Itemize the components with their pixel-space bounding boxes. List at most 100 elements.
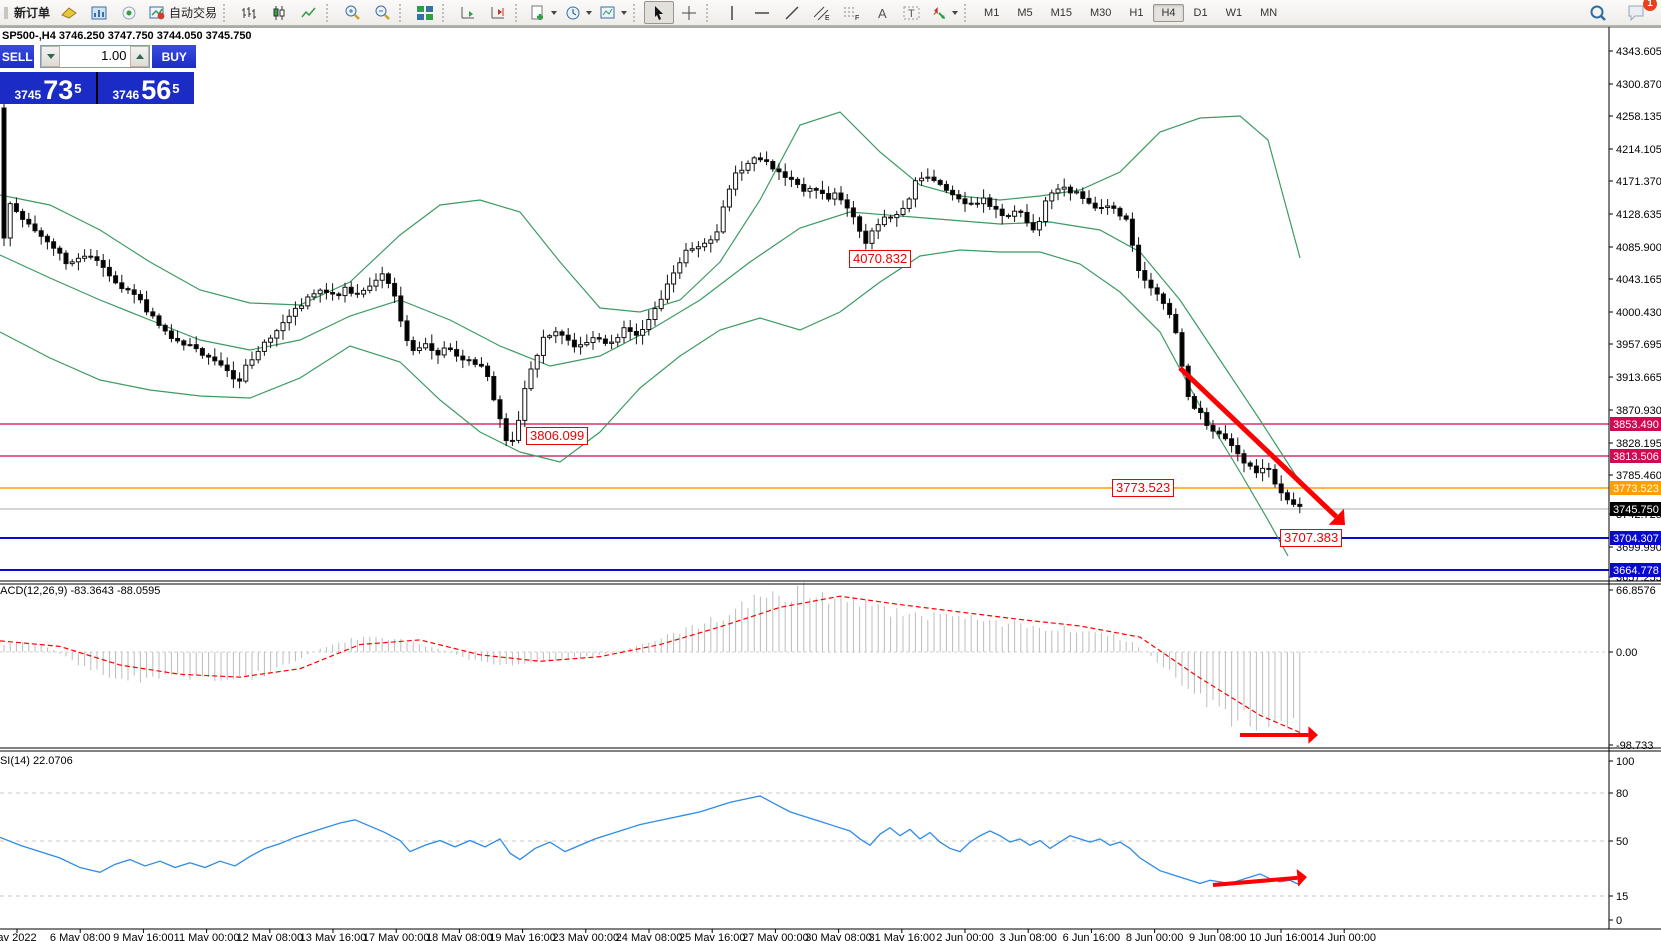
candle bbox=[83, 256, 87, 258]
candle bbox=[870, 231, 874, 243]
chart-canvas[interactable]: 4343.6054300.8704258.1354214.1054171.370… bbox=[0, 0, 1661, 941]
candle bbox=[622, 328, 626, 338]
signal-icon[interactable] bbox=[114, 1, 144, 24]
candle bbox=[1056, 189, 1060, 193]
date-label: 2 Jun 00:00 bbox=[936, 932, 994, 941]
candle bbox=[647, 319, 651, 329]
volume-input[interactable]: 1.00 bbox=[60, 46, 130, 67]
chat-icon[interactable]: 1 bbox=[1621, 1, 1651, 24]
price-annotation[interactable]: 4070.832 bbox=[849, 250, 911, 268]
new-chart-icon[interactable] bbox=[84, 1, 114, 24]
new-indicator-icon[interactable] bbox=[526, 1, 561, 24]
candle bbox=[672, 273, 676, 284]
sell-price-box[interactable]: 3745735 bbox=[0, 72, 96, 104]
candle bbox=[1081, 192, 1085, 199]
candle bbox=[492, 377, 496, 400]
timeframe-button-D1[interactable]: D1 bbox=[1186, 4, 1216, 22]
candle bbox=[889, 217, 893, 218]
timeframe-button-M15[interactable]: M15 bbox=[1043, 4, 1080, 22]
timeframe-button-W1[interactable]: W1 bbox=[1218, 4, 1251, 22]
text-label-tool[interactable]: T bbox=[897, 1, 927, 24]
line-chart-type-icon[interactable] bbox=[294, 1, 324, 24]
auto-scroll-icon[interactable] bbox=[453, 1, 483, 24]
sell-price-sup: 5 bbox=[74, 76, 81, 102]
candle bbox=[808, 189, 812, 192]
price-annotation[interactable]: 3707.383 bbox=[1280, 529, 1342, 547]
candle bbox=[827, 194, 831, 200]
candle bbox=[45, 236, 49, 241]
candle bbox=[858, 217, 862, 231]
horizontal-line-tool[interactable] bbox=[747, 1, 777, 24]
template-icon[interactable] bbox=[596, 1, 631, 24]
new-order-label: 新订单 bbox=[14, 4, 50, 21]
zoom-out-icon[interactable] bbox=[367, 1, 397, 24]
period-clock-icon[interactable] bbox=[561, 1, 596, 24]
timeframe-button-M1[interactable]: M1 bbox=[976, 4, 1007, 22]
macd-indicator-label: MACD(12,26,9) -83.3643 -88.0595 bbox=[0, 585, 160, 597]
candle bbox=[1186, 366, 1190, 396]
candle bbox=[14, 204, 18, 212]
candle bbox=[21, 211, 25, 219]
candlestick-chart-type-icon[interactable] bbox=[264, 1, 294, 24]
candle bbox=[337, 294, 341, 296]
volume-increase-button[interactable] bbox=[130, 46, 149, 67]
candle bbox=[579, 345, 583, 347]
equidistant-channel-tool[interactable]: E bbox=[807, 1, 837, 24]
candle bbox=[455, 350, 459, 357]
candle bbox=[1037, 222, 1041, 230]
candle bbox=[281, 323, 285, 331]
bar-chart-type-icon[interactable] bbox=[234, 1, 264, 24]
candle bbox=[145, 300, 149, 312]
candle bbox=[982, 198, 986, 204]
autotrading-button[interactable]: 自动交易 bbox=[144, 1, 221, 24]
candle bbox=[535, 355, 539, 369]
candle bbox=[287, 316, 291, 322]
crosshair-tool[interactable] bbox=[674, 1, 704, 24]
candle bbox=[132, 290, 136, 295]
buy-button[interactable]: BUY bbox=[152, 45, 196, 68]
candle bbox=[1298, 504, 1302, 506]
candle bbox=[641, 329, 645, 335]
timeframe-button-MN[interactable]: MN bbox=[1252, 4, 1285, 22]
candle bbox=[256, 351, 260, 359]
timeframe-button-H1[interactable]: H1 bbox=[1121, 4, 1151, 22]
buy-price-big: 56 bbox=[141, 78, 171, 102]
candle bbox=[1019, 211, 1023, 212]
timeframe-button-M5[interactable]: M5 bbox=[1009, 4, 1040, 22]
trendline-tool[interactable] bbox=[777, 1, 807, 24]
price-badge-label: 3813.506 bbox=[1613, 451, 1659, 463]
arrows-tool[interactable] bbox=[927, 1, 962, 24]
candle bbox=[510, 440, 514, 441]
candle bbox=[417, 348, 421, 351]
clipped-toolbar-icon[interactable] bbox=[0, 1, 10, 24]
date-label: 25 May 16:00 bbox=[679, 932, 746, 941]
buy-price-box[interactable]: 3746565 bbox=[98, 72, 194, 104]
candle bbox=[1174, 314, 1178, 332]
zoom-in-icon[interactable] bbox=[337, 1, 367, 24]
candle bbox=[52, 242, 56, 248]
text-tool[interactable]: A bbox=[867, 1, 897, 24]
sell-button[interactable]: SELL bbox=[0, 45, 34, 68]
candle bbox=[76, 258, 80, 262]
tile-windows-icon[interactable] bbox=[410, 1, 440, 24]
metaeditor-icon[interactable] bbox=[54, 1, 84, 24]
candle bbox=[504, 419, 508, 441]
cursor-tool[interactable] bbox=[644, 1, 674, 24]
trend-arrow-object[interactable] bbox=[1180, 368, 1336, 517]
volume-decrease-button[interactable] bbox=[41, 46, 60, 67]
candle bbox=[1230, 439, 1234, 446]
candle bbox=[758, 158, 762, 160]
candle bbox=[653, 309, 657, 320]
candle bbox=[746, 163, 750, 170]
date-label: 10 Jun 16:00 bbox=[1249, 932, 1313, 941]
vertical-line-tool[interactable] bbox=[717, 1, 747, 24]
chart-shift-icon[interactable] bbox=[483, 1, 513, 24]
search-icon[interactable] bbox=[1583, 1, 1613, 24]
fibonacci-tool[interactable]: F bbox=[837, 1, 867, 24]
candle bbox=[703, 243, 707, 247]
timeframe-button-M30[interactable]: M30 bbox=[1082, 4, 1119, 22]
price-annotation[interactable]: 3773.523 bbox=[1112, 479, 1174, 497]
new-order-button[interactable]: 新订单 bbox=[10, 1, 54, 24]
timeframe-button-H4[interactable]: H4 bbox=[1153, 4, 1183, 22]
price-annotation[interactable]: 3806.099 bbox=[526, 427, 588, 445]
